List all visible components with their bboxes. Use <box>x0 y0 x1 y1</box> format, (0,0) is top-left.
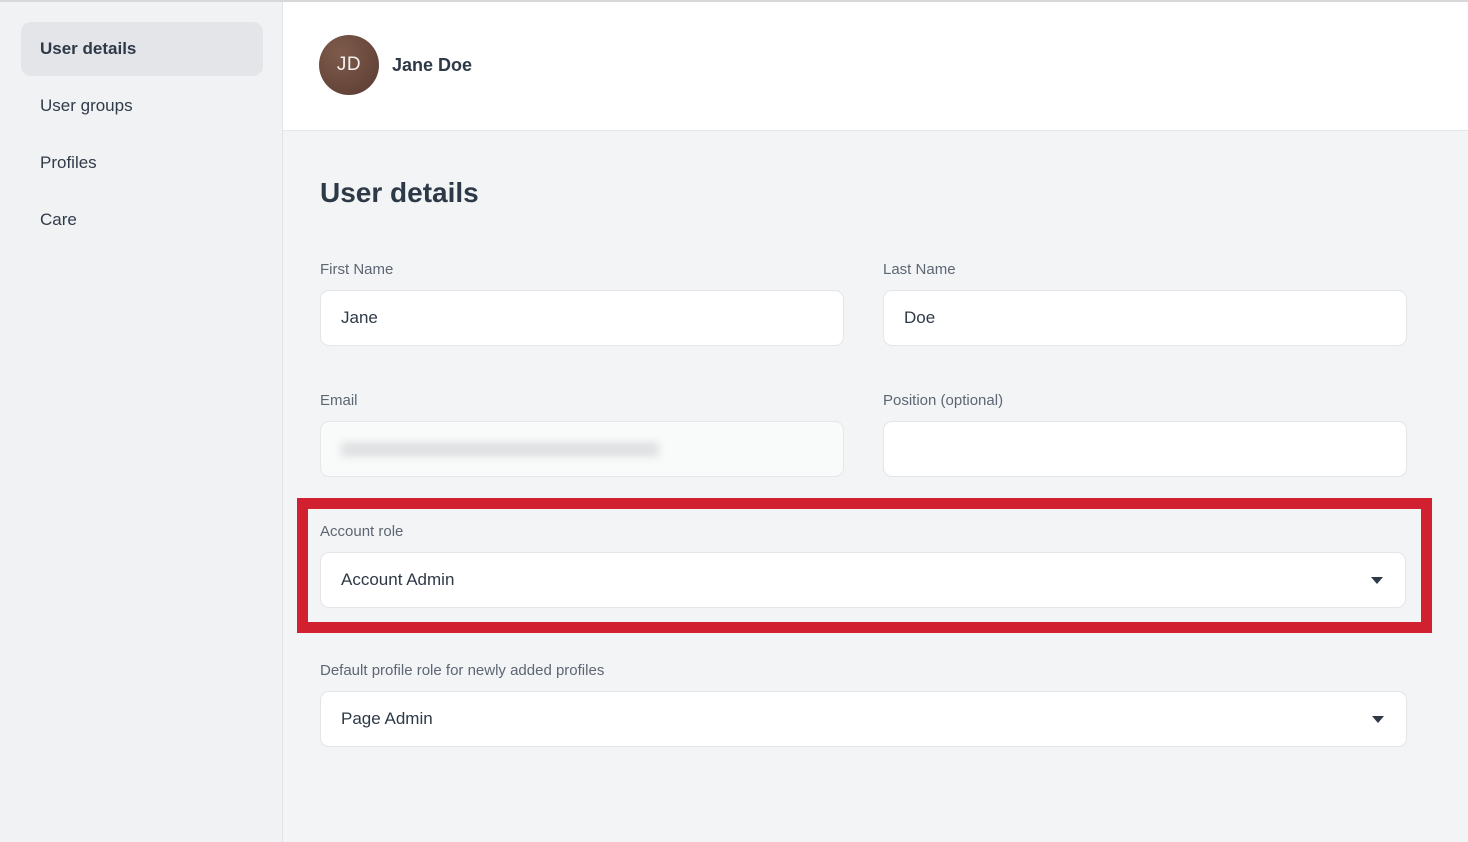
account-role-label: Account role <box>320 521 1406 543</box>
default-profile-role-label: Default profile role for newly added pro… <box>320 660 1407 682</box>
last-name-label: Last Name <box>883 259 1407 281</box>
email-field: Email <box>320 390 844 477</box>
name-row: First Name Last Name <box>320 259 1407 346</box>
page-title: User details <box>320 177 1468 209</box>
last-name-input[interactable] <box>883 290 1407 346</box>
user-name: Jane Doe <box>392 55 472 76</box>
redacted-email-value <box>341 442 659 457</box>
sidebar-item-profiles[interactable]: Profiles <box>21 136 263 190</box>
account-role-field: Account role Account Admin <box>320 521 1406 608</box>
user-header: JD Jane Doe <box>283 0 1468 131</box>
chevron-down-icon <box>1372 716 1384 723</box>
account-role-select[interactable]: Account Admin <box>320 552 1406 608</box>
sidebar-item-label: Profiles <box>40 153 97 173</box>
first-name-label: First Name <box>320 259 844 281</box>
default-profile-role-field: Default profile role for newly added pro… <box>320 660 1407 747</box>
red-highlight-rectangle: Account role Account Admin <box>297 498 1432 633</box>
first-name-field: First Name <box>320 259 844 346</box>
account-role-value: Account Admin <box>341 570 454 590</box>
sidebar-item-care[interactable]: Care <box>21 193 263 247</box>
email-position-row: Email Position (optional) <box>320 390 1407 477</box>
sidebar-item-user-groups[interactable]: User groups <box>21 79 263 133</box>
default-profile-role-select[interactable]: Page Admin <box>320 691 1407 747</box>
last-name-field: Last Name <box>883 259 1407 346</box>
sidebar-item-label: Care <box>40 210 77 230</box>
chevron-down-icon <box>1371 577 1383 584</box>
email-label: Email <box>320 390 844 412</box>
position-input[interactable] <box>883 421 1407 477</box>
avatar: JD <box>319 35 379 95</box>
window-top-edge <box>0 0 1468 2</box>
content-area: User details First Name Last Name Email <box>283 131 1468 842</box>
main-column: JD Jane Doe User details First Name Last… <box>283 0 1468 842</box>
sidebar: User details User groups Profiles Care <box>0 0 283 842</box>
sidebar-item-user-details[interactable]: User details <box>21 22 263 76</box>
sidebar-item-label: User groups <box>40 96 133 116</box>
position-field: Position (optional) <box>883 390 1407 477</box>
sidebar-item-label: User details <box>40 39 136 59</box>
app-root: User details User groups Profiles Care J… <box>0 0 1468 842</box>
user-details-form: First Name Last Name Email <box>320 259 1407 747</box>
email-input[interactable] <box>320 421 844 477</box>
first-name-input[interactable] <box>320 290 844 346</box>
position-label: Position (optional) <box>883 390 1407 412</box>
default-profile-role-value: Page Admin <box>341 709 433 729</box>
avatar-initials: JD <box>337 54 361 76</box>
